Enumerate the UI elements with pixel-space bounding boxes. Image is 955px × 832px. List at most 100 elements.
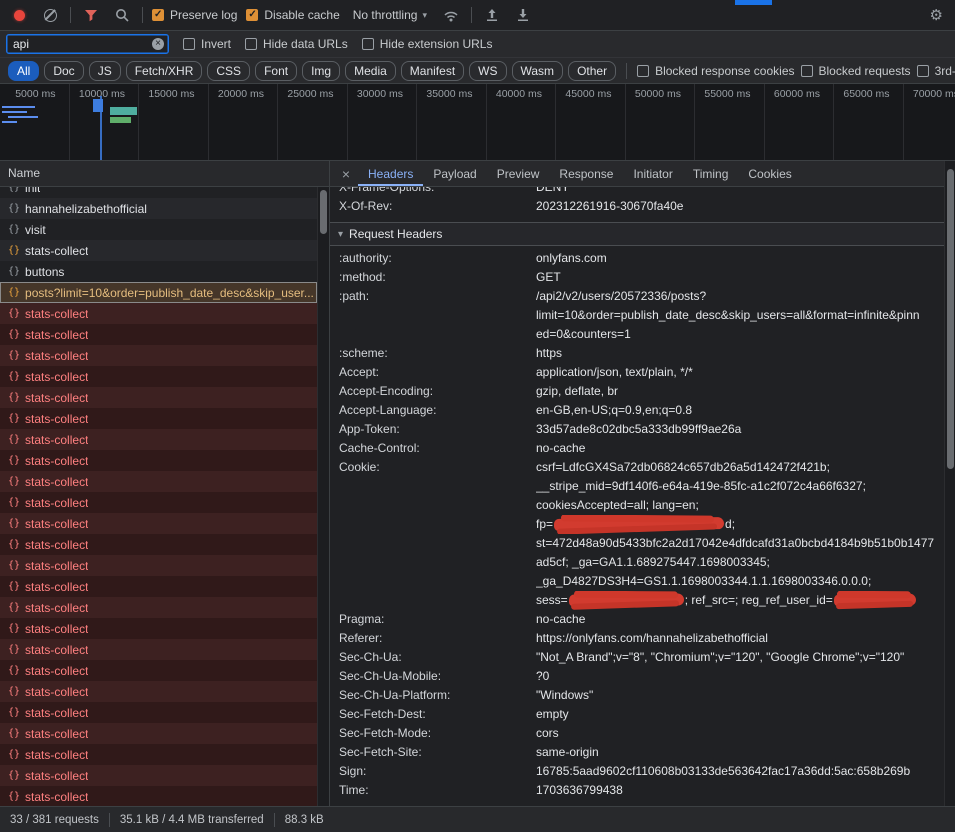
hide-extension-urls-checkbox[interactable]: Hide extension URLs xyxy=(362,37,493,51)
request-row[interactable]: {} stats-collect xyxy=(0,366,317,387)
request-row[interactable]: {}stats-collect xyxy=(0,240,317,261)
timeline-label: 35000 ms xyxy=(426,88,472,100)
request-row[interactable]: {}stats-collect xyxy=(0,660,317,681)
search-button[interactable] xyxy=(111,4,133,26)
request-row[interactable]: {}init xyxy=(0,187,317,198)
clear-network-log-button[interactable] xyxy=(39,4,61,26)
settings-gear-icon[interactable]: ⚙ xyxy=(926,8,947,23)
request-row[interactable]: {}visit xyxy=(0,219,317,240)
header-value: /api2/v2/users/20572336/posts?limit=10&o… xyxy=(536,287,944,344)
filter-chip-font[interactable]: Font xyxy=(255,61,297,81)
header-row: Sec-Ch-Ua-Mobile:?0 xyxy=(330,667,944,686)
request-row[interactable]: {}stats-collect xyxy=(0,345,317,366)
filter-chip-manifest[interactable]: Manifest xyxy=(401,61,464,81)
script-icon: {} xyxy=(8,623,20,634)
filter-chip-other[interactable]: Other xyxy=(568,61,616,81)
third-party-requests-label: 3rd-party requests xyxy=(935,64,955,78)
request-row[interactable]: {}stats-collect xyxy=(0,723,317,744)
tab-initiator[interactable]: Initiator xyxy=(623,162,682,186)
tab-timing[interactable]: Timing xyxy=(683,162,739,186)
tab-headers[interactable]: Headers xyxy=(358,162,423,186)
filter-chip-media[interactable]: Media xyxy=(345,61,396,81)
overview-activity-bar xyxy=(2,106,35,108)
import-har-button[interactable] xyxy=(481,4,503,26)
request-row[interactable]: {}stats-collect xyxy=(0,492,317,513)
request-row[interactable]: {}stats-collect xyxy=(0,471,317,492)
request-row[interactable]: {}stats-collect xyxy=(0,597,317,618)
request-row[interactable]: {}stats-collect xyxy=(0,618,317,639)
tab-preview[interactable]: Preview xyxy=(487,162,550,186)
export-har-button[interactable] xyxy=(512,4,534,26)
request-headers-section-header[interactable]: ▾ Request Headers xyxy=(330,222,944,246)
filter-chip-doc[interactable]: Doc xyxy=(44,61,83,81)
chevron-down-icon: ▾ xyxy=(422,10,427,21)
filter-chip-all[interactable]: All xyxy=(8,61,39,81)
invert-checkbox[interactable]: Invert xyxy=(183,37,231,51)
filter-chip-wasm[interactable]: Wasm xyxy=(512,61,564,81)
request-row[interactable]: {}stats-collect xyxy=(0,681,317,702)
throttling-select[interactable]: No throttling ▾ xyxy=(349,6,431,24)
blocked-requests-checkbox[interactable]: Blocked requests xyxy=(801,64,911,78)
request-row[interactable]: {}stats-collect xyxy=(0,513,317,534)
column-header-name[interactable]: Name xyxy=(0,161,329,187)
script-icon: {} xyxy=(8,203,20,214)
script-icon: {} xyxy=(8,707,20,718)
scrollbar-thumb[interactable] xyxy=(320,190,327,234)
disable-cache-checkbox[interactable]: Disable cache xyxy=(246,8,339,22)
request-name: stats-collect xyxy=(25,370,88,384)
hide-data-urls-checkbox[interactable]: Hide data URLs xyxy=(245,37,348,51)
request-row[interactable]: {}stats-collect xyxy=(0,702,317,723)
request-row[interactable]: {}buttons xyxy=(0,261,317,282)
request-row[interactable]: {}stats-collect xyxy=(0,408,317,429)
header-key: Cookie: xyxy=(339,458,536,477)
filter-toggle-button[interactable] xyxy=(80,4,102,26)
request-row[interactable]: {}stats-collect xyxy=(0,555,317,576)
request-row[interactable]: {}stats-collect xyxy=(0,639,317,660)
filter-chip-img[interactable]: Img xyxy=(302,61,340,81)
filter-bar: × Invert Hide data URLs Hide extension U… xyxy=(0,31,955,58)
header-row: :path:/api2/v2/users/20572336/posts?limi… xyxy=(330,287,944,344)
request-row[interactable]: {}stats-collect xyxy=(0,786,317,806)
record-button[interactable] xyxy=(8,4,30,26)
request-row[interactable]: {}stats-collect xyxy=(0,534,317,555)
transferred-size: 35.1 kB / 4.4 MB transferred xyxy=(110,814,274,826)
header-value: cors xyxy=(536,724,944,743)
filter-chip-js[interactable]: JS xyxy=(89,61,121,81)
timeline-label: 40000 ms xyxy=(496,88,542,100)
details-scrollbar[interactable] xyxy=(944,161,955,806)
request-row[interactable]: {}posts?limit=10&order=publish_date_desc… xyxy=(0,282,317,303)
scrollbar-thumb[interactable] xyxy=(947,169,954,469)
header-value: "Not_A Brand";v="8", "Chromium";v="120",… xyxy=(536,648,944,667)
filter-chip-css[interactable]: CSS xyxy=(207,61,250,81)
tab-response[interactable]: Response xyxy=(549,162,623,186)
request-row[interactable]: {}stats-collect xyxy=(0,744,317,765)
filter-input[interactable] xyxy=(13,37,152,51)
filter-chip-ws[interactable]: WS xyxy=(469,61,506,81)
request-row[interactable]: {}stats-collect xyxy=(0,765,317,786)
header-value: https xyxy=(536,344,944,363)
request-row[interactable]: {}stats-collect xyxy=(0,387,317,408)
clear-filter-icon[interactable]: × xyxy=(152,38,164,50)
request-row[interactable]: {}stats-collect xyxy=(0,324,317,345)
tab-cookies[interactable]: Cookies xyxy=(738,162,801,186)
request-row[interactable]: {}stats-collect xyxy=(0,429,317,450)
filter-chip-fetch-xhr[interactable]: Fetch/XHR xyxy=(126,61,203,81)
header-value: 33d57ade8c02dbc5a333db99ff9ae26a xyxy=(536,420,944,439)
network-conditions-button[interactable] xyxy=(440,4,462,26)
request-row[interactable]: {}hannahelizabethofficial xyxy=(0,198,317,219)
third-party-requests-checkbox[interactable]: 3rd-party requests xyxy=(917,64,955,78)
tab-payload[interactable]: Payload xyxy=(423,162,486,186)
request-name: posts?limit=10&order=publish_date_desc&s… xyxy=(25,286,313,300)
preserve-log-checkbox[interactable]: Preserve log xyxy=(152,8,237,22)
close-details-button[interactable]: × xyxy=(334,161,358,187)
request-row[interactable]: {}stats-collect xyxy=(0,303,317,324)
request-row[interactable]: {}stats-collect xyxy=(0,450,317,471)
script-icon: {} xyxy=(8,371,20,382)
header-row: Accept-Language:en-GB,en-US;q=0.9,en;q=0… xyxy=(330,401,944,420)
network-overview[interactable]: 5000 ms10000 ms15000 ms20000 ms25000 ms3… xyxy=(0,84,955,161)
timeline-label: 30000 ms xyxy=(357,88,403,100)
request-row[interactable]: {}stats-collect xyxy=(0,576,317,597)
blocked-response-cookies-checkbox[interactable]: Blocked response cookies xyxy=(637,64,794,78)
header-value: no-cache xyxy=(536,439,944,458)
request-list-scrollbar[interactable] xyxy=(317,187,329,806)
